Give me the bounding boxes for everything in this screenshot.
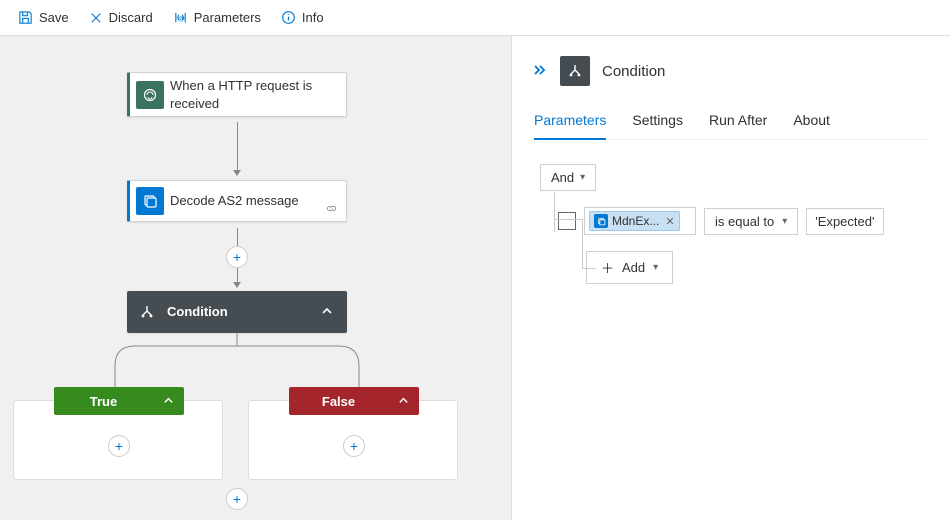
false-label: False	[289, 394, 388, 409]
tab-run-after[interactable]: Run After	[709, 108, 767, 139]
properties-panel: Condition Parameters Settings Run After …	[512, 36, 950, 520]
add-label: Add	[622, 260, 645, 275]
add-step-button[interactable]: +	[226, 246, 248, 268]
tree-line	[582, 219, 583, 269]
designer-canvas[interactable]: + When a HTTP request is received Decode…	[0, 36, 512, 520]
chevron-down-icon: ▾	[653, 262, 658, 273]
decode-icon	[136, 187, 164, 215]
link-icon	[325, 202, 338, 217]
true-header[interactable]: True	[54, 387, 184, 415]
condition-node[interactable]: Condition	[127, 291, 347, 333]
add-false-action-button[interactable]: +	[343, 435, 365, 457]
action-label: Decode AS2 message	[170, 188, 309, 214]
tree-line	[554, 192, 555, 232]
left-operand-input[interactable]: MdnEx... ✕	[584, 207, 696, 235]
trigger-node[interactable]: When a HTTP request is received	[127, 72, 347, 117]
true-branch-panel: True +	[13, 400, 223, 480]
true-label: True	[54, 394, 153, 409]
svg-text:@: @	[178, 15, 185, 22]
discard-label: Discard	[109, 10, 153, 25]
row-checkbox[interactable]	[558, 212, 576, 230]
http-trigger-icon	[136, 81, 164, 109]
chevron-down-icon: ▾	[580, 172, 585, 183]
token-label: MdnEx...	[612, 214, 659, 228]
false-branch-panel: False +	[248, 400, 458, 480]
add-condition-button[interactable]: ＋ Add ▾	[586, 251, 673, 284]
token-icon	[594, 214, 608, 228]
save-icon	[18, 10, 33, 25]
chevron-up-icon	[153, 394, 184, 409]
group-operator-label: And	[551, 170, 574, 185]
operator-dropdown[interactable]: is equal to ▾	[704, 208, 798, 235]
info-icon	[281, 10, 296, 25]
remove-token-button[interactable]: ✕	[663, 215, 674, 228]
condition-row: MdnEx... ✕ is equal to ▾ 'Expected'	[558, 207, 928, 235]
operator-label: is equal to	[715, 214, 774, 229]
condition-icon	[560, 56, 590, 86]
false-header[interactable]: False	[289, 387, 419, 415]
group-operator-dropdown[interactable]: And ▾	[540, 164, 596, 191]
tree-line	[582, 268, 596, 269]
tab-settings[interactable]: Settings	[632, 108, 683, 139]
condition-label: Condition	[167, 299, 307, 325]
panel-tabs: Parameters Settings Run After About	[534, 108, 928, 140]
close-icon	[89, 11, 103, 25]
parameters-label: Parameters	[194, 10, 261, 25]
info-label: Info	[302, 10, 324, 25]
chevron-up-icon[interactable]	[307, 305, 347, 320]
chevron-down-icon: ▾	[782, 216, 787, 227]
tab-parameters[interactable]: Parameters	[534, 108, 606, 140]
save-label: Save	[39, 10, 69, 25]
parameters-icon: @	[173, 10, 188, 25]
arrow-icon	[233, 282, 241, 288]
tree-line	[568, 219, 582, 220]
parameters-button[interactable]: @ Parameters	[165, 6, 269, 29]
expression-token[interactable]: MdnEx... ✕	[589, 211, 680, 231]
add-true-action-button[interactable]: +	[108, 435, 130, 457]
arrow-icon	[233, 170, 241, 176]
plus-icon: ＋	[601, 258, 614, 277]
connector	[237, 122, 238, 170]
trigger-label: When a HTTP request is received	[170, 73, 346, 116]
condition-icon	[133, 298, 161, 326]
discard-button[interactable]: Discard	[81, 6, 161, 29]
tab-about[interactable]: About	[793, 108, 830, 139]
add-step-button[interactable]: +	[226, 488, 248, 510]
action-node[interactable]: Decode AS2 message	[127, 180, 347, 222]
chevron-up-icon	[388, 394, 419, 409]
info-button[interactable]: Info	[273, 6, 332, 29]
tree-line	[554, 219, 568, 220]
toolbar: Save Discard @ Parameters Info	[0, 0, 950, 36]
right-operand-input[interactable]: 'Expected'	[806, 208, 884, 235]
save-button[interactable]: Save	[10, 6, 77, 29]
collapse-panel-button[interactable]	[534, 63, 548, 79]
panel-title: Condition	[602, 63, 665, 80]
